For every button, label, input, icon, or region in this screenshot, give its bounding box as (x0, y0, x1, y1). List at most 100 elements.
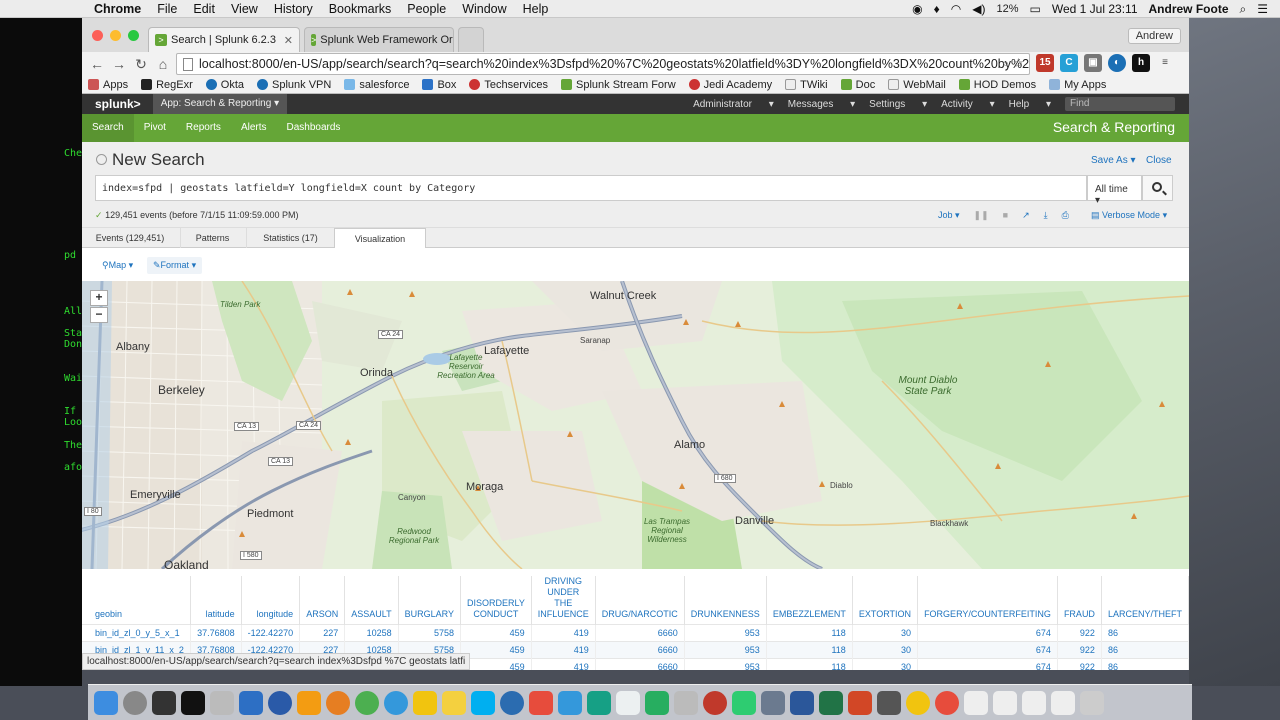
bookmark-regexr[interactable]: RegExr (141, 79, 193, 91)
document-icon[interactable] (1051, 690, 1075, 715)
vlc-icon[interactable] (297, 690, 321, 715)
job-menu[interactable]: Job ▾ (938, 210, 960, 221)
table-cell[interactable]: 10258 (344, 624, 399, 642)
column-header[interactable]: DISORDERLY CONDUCT (460, 576, 532, 625)
table-cell[interactable]: 419 (531, 658, 596, 670)
system-preferences-icon[interactable] (123, 690, 147, 715)
bookmark-techservices[interactable]: Techservices (469, 79, 548, 91)
extension-icon[interactable]: C (1060, 54, 1078, 72)
close-window-button[interactable] (92, 30, 103, 41)
app-menu[interactable]: App: Search & Reporting ▾ (152, 94, 288, 114)
lock-app-icon[interactable] (442, 690, 466, 715)
music-icon[interactable] (529, 690, 553, 715)
menu-file[interactable]: File (157, 2, 177, 16)
table-cell[interactable]: 419 (531, 641, 596, 659)
table-cell[interactable]: 227 (299, 624, 346, 642)
app-icon[interactable] (761, 690, 785, 715)
browser-tab-active[interactable]: > Search | Splunk 6.2.3 ✕ (148, 27, 300, 52)
share-icon[interactable]: ↗ (1022, 210, 1030, 221)
forward-icon[interactable]: → (108, 56, 130, 72)
table-cell[interactable]: 30 (852, 624, 919, 642)
table-cell[interactable]: 922 (1057, 658, 1102, 670)
table-cell[interactable]: -122.42270 (241, 624, 301, 642)
table-cell[interactable]: 30 (852, 641, 919, 659)
column-header[interactable]: FORGERY/COUNTERFEITING (917, 576, 1058, 625)
table-cell[interactable]: 459 (460, 624, 532, 642)
table-cell[interactable]: 674 (917, 624, 1058, 642)
powerpoint-icon[interactable] (848, 690, 872, 715)
extension-icon[interactable]: ▣ (1084, 54, 1102, 72)
finder-icon[interactable] (94, 690, 118, 715)
table-cell[interactable]: 674 (917, 658, 1058, 670)
bookmark-doc[interactable]: Doc (840, 79, 875, 91)
messages-menu[interactable]: Messages ▾ (788, 99, 855, 110)
battery-icon[interactable]: ▭ (1030, 2, 1041, 16)
menu-edit[interactable]: Edit (193, 2, 215, 16)
column-header[interactable]: BURGLARY (398, 576, 462, 625)
table-cell[interactable]: 5758 (398, 624, 462, 642)
column-header[interactable]: EMBEZZLEMENT (766, 576, 853, 625)
help-menu[interactable]: Help ▾ (1009, 99, 1051, 110)
address-bar[interactable]: localhost:8000/en-US/app/search/search?q… (176, 53, 1030, 75)
trash-icon[interactable] (1080, 690, 1104, 715)
table-cell[interactable]: 953 (684, 641, 767, 659)
column-header[interactable]: DRUNKENNESS (684, 576, 767, 625)
safari-icon[interactable] (384, 690, 408, 715)
quicktime-icon[interactable] (268, 690, 292, 715)
close-button[interactable]: Close (1146, 155, 1172, 166)
app-icon[interactable] (877, 690, 901, 715)
bookmark-splunk-stream[interactable]: Splunk Stream Forw (561, 79, 676, 91)
nav-dashboards[interactable]: Dashboards (277, 114, 351, 142)
tab-statistics[interactable]: Statistics (17) (246, 228, 334, 248)
search-query-input[interactable]: index=sfpd | geostats latfield=Y longfie… (95, 175, 1087, 201)
menu-help[interactable]: Help (523, 2, 549, 16)
record-icon[interactable]: ◉ (912, 2, 922, 16)
map-zoom-in-button[interactable]: + (90, 290, 108, 306)
volume-icon[interactable]: ◀) (972, 2, 985, 16)
map-zoom-out-button[interactable]: − (90, 307, 108, 323)
notification-icon[interactable]: ♦ (934, 2, 940, 16)
map-type-menu[interactable]: ⚲Map ▾ (96, 257, 139, 274)
table-cell[interactable]: 37.76808 (190, 624, 242, 642)
extension-icon[interactable]: h (1132, 54, 1150, 72)
mail-icon[interactable] (413, 690, 437, 715)
photos-icon[interactable] (935, 690, 959, 715)
bookmark-splunk-vpn[interactable]: Splunk VPN (257, 79, 331, 91)
menubar-datetime[interactable]: Wed 1 Jul 23:11 (1052, 2, 1138, 16)
app-store-icon[interactable] (558, 690, 582, 715)
print-icon[interactable]: ⎙ (1062, 210, 1069, 221)
menubar-user[interactable]: Andrew Foote (1149, 2, 1229, 16)
bookmark-okta[interactable]: Okta (205, 79, 244, 91)
table-cell[interactable]: 419 (531, 624, 596, 642)
bookmark-twiki[interactable]: TWiki (785, 79, 828, 91)
search-submit-button[interactable] (1142, 175, 1173, 201)
document-icon[interactable] (964, 690, 988, 715)
table-cell[interactable]: 118 (766, 624, 853, 642)
table-cell[interactable]: 86 (1101, 624, 1189, 642)
table-cell[interactable]: 86 (1101, 658, 1189, 670)
app-icon[interactable] (674, 690, 698, 715)
app-icon[interactable] (703, 690, 727, 715)
bookmark-salesforce[interactable]: salesforce (344, 79, 409, 91)
table-cell[interactable]: 674 (917, 641, 1058, 659)
tab-visualization[interactable]: Visualization (334, 228, 426, 249)
messages-icon[interactable] (500, 690, 524, 715)
column-header[interactable]: latitude (190, 576, 242, 625)
close-tab-icon[interactable]: ✕ (278, 34, 293, 47)
nav-search[interactable]: Search (82, 114, 134, 142)
notification-center-icon[interactable]: ☰ (1257, 2, 1268, 16)
table-cell[interactable]: 953 (684, 658, 767, 670)
app-icon[interactable] (732, 690, 756, 715)
time-range-picker[interactable]: All time ▾ (1087, 175, 1142, 206)
bookmark-apps[interactable]: Apps (88, 79, 128, 91)
table-cell[interactable]: 922 (1057, 641, 1102, 659)
activity-menu[interactable]: Activity ▾ (941, 99, 994, 110)
terminal-icon[interactable] (181, 690, 205, 715)
stop-icon[interactable]: ■ (1003, 210, 1008, 221)
home-icon[interactable]: ⌂ (152, 56, 174, 72)
search-icon[interactable]: ⌕ (1002, 56, 1009, 71)
table-cell[interactable]: 30 (852, 658, 919, 670)
column-header[interactable]: DRIVING UNDER THE INFLUENCE (531, 576, 596, 625)
nav-pivot[interactable]: Pivot (134, 114, 176, 142)
bookmark-star-icon[interactable]: ☆ (1013, 55, 1024, 70)
